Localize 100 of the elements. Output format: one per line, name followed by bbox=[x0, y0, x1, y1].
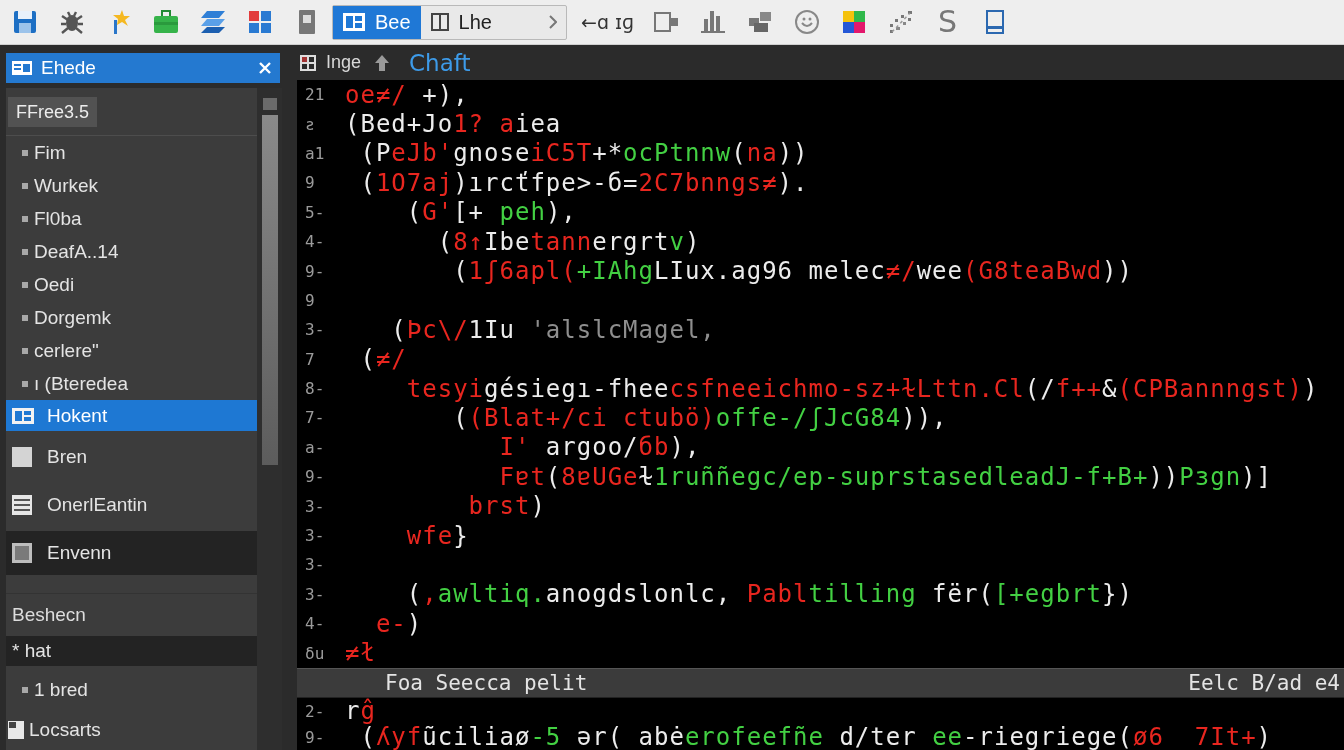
code-line: oe≠/ +), bbox=[345, 80, 469, 109]
view-tab[interactable]: Bee bbox=[333, 5, 421, 39]
split-view-icon bbox=[430, 13, 449, 31]
line-number: 21 bbox=[304, 85, 326, 105]
window-icon bbox=[12, 61, 32, 75]
sidebar-item[interactable]: cerlere" bbox=[6, 334, 257, 367]
section-title: Beshecn bbox=[11, 603, 87, 627]
code-line: (ʎyfũciliaø-5 ǝr( abėerofeefñe d/ter ee-riegriege(ø6 7It+) bbox=[360, 724, 1273, 750]
sidebar-item[interactable]: Envenn bbox=[6, 531, 257, 575]
line-number: 3- bbox=[304, 584, 326, 604]
file-tab[interactable]: Inge bbox=[300, 52, 362, 73]
line-number: 3- bbox=[304, 496, 326, 516]
bullet-icon bbox=[22, 347, 28, 354]
line-number: 9- bbox=[304, 727, 326, 747]
panel-icon[interactable] bbox=[653, 10, 678, 34]
letter-button[interactable]: S bbox=[938, 7, 958, 37]
screen-icon bbox=[343, 13, 365, 31]
line-number: δu bbox=[304, 643, 326, 663]
bullet-icon bbox=[22, 314, 28, 321]
code-line: (1O7aj)ırcťfpe>-б=2C7bnngs≠). bbox=[360, 168, 809, 197]
code-line: Fɐt(8ɐUGeɫ 1ruññegc/ep-suprstasedleadJ-f+B+))Pзgn)] bbox=[499, 462, 1272, 491]
bullet-icon bbox=[22, 248, 28, 255]
layers-icon[interactable] bbox=[200, 10, 225, 34]
sidebar-item[interactable]: DeafA..14 bbox=[6, 235, 257, 268]
screen-icon bbox=[12, 407, 34, 424]
code-line: (G'[+ peh), bbox=[406, 198, 577, 227]
scroll-up-button[interactable] bbox=[262, 98, 277, 110]
line-number: 9 bbox=[304, 173, 316, 193]
line-number: 9- bbox=[304, 261, 326, 281]
line-number: 4- bbox=[304, 614, 326, 634]
line-number: 5- bbox=[304, 202, 326, 222]
sidebar-item[interactable]: Wurkek bbox=[6, 169, 257, 202]
code-line: wfe} bbox=[406, 521, 469, 550]
back-button[interactable]: ←ɑ ɪɡ bbox=[581, 11, 635, 33]
line-number: 9- bbox=[304, 467, 326, 487]
line-number: 7 bbox=[304, 349, 316, 369]
code-line: (,awltiq.anogdslonlc, Pabl tilling fër([+egbrt}) bbox=[406, 580, 1133, 609]
color-grid-icon[interactable] bbox=[841, 10, 866, 34]
code-line: I' argoo/бb), bbox=[499, 433, 701, 462]
code-line: (8↑Ibetannergrt v) bbox=[437, 227, 701, 256]
line-number: a- bbox=[304, 437, 326, 457]
scatter-icon[interactable] bbox=[888, 10, 913, 34]
project-chip[interactable]: FFree3.5 bbox=[8, 97, 98, 127]
sidebar-item[interactable]: Bren bbox=[6, 435, 257, 479]
sidebar-item[interactable]: ı (Bteredea bbox=[6, 367, 257, 400]
boxes-icon[interactable] bbox=[747, 10, 772, 34]
square-icon bbox=[12, 447, 32, 467]
sidebar-item[interactable]: Locsarts bbox=[6, 713, 257, 747]
code-line: e-) bbox=[375, 609, 423, 638]
code-line: brst) bbox=[468, 492, 546, 521]
line-number: 4- bbox=[304, 232, 326, 252]
bullet-icon bbox=[22, 686, 28, 693]
window-grid-icon[interactable] bbox=[247, 10, 272, 34]
sidebar-item[interactable]: * hat bbox=[6, 636, 257, 666]
code-line: ≠ł bbox=[345, 639, 376, 668]
sidebar-item[interactable]: Fl0ba bbox=[6, 202, 257, 235]
line-number: 3- bbox=[304, 320, 326, 340]
list-icon bbox=[12, 495, 32, 515]
sidebar-item[interactable]: Dorgemk bbox=[6, 301, 257, 334]
code-line: (Bed+Jo 1? a iea bbox=[345, 110, 562, 139]
sidebar-item[interactable]: Oedi bbox=[6, 268, 257, 301]
document-icon[interactable] bbox=[298, 10, 315, 34]
square-icon bbox=[12, 543, 32, 563]
bar-chart-icon[interactable] bbox=[700, 10, 725, 34]
editor-title: Chaft bbox=[409, 49, 471, 76]
panel-title: Ehede bbox=[41, 57, 97, 79]
line-number: 7- bbox=[304, 408, 326, 428]
bullet-icon bbox=[22, 149, 28, 156]
line-number: 3- bbox=[304, 526, 326, 546]
bullet-icon bbox=[22, 215, 28, 222]
bullet-icon bbox=[22, 281, 28, 288]
sidebar-item[interactable]: Hokent bbox=[6, 400, 257, 431]
code-line: rĝ bbox=[345, 698, 376, 724]
code-line: (PeJb'gnoseiC5T+*ocPtnnw(na)) bbox=[360, 139, 809, 168]
code-line: (≠/ bbox=[360, 345, 407, 374]
code-line: (1ʃ6apl(+IAhg LIux.ag96 melec≠/wee(G8teaBwd)) bbox=[453, 257, 1133, 286]
bullet-icon bbox=[22, 182, 28, 189]
bug-icon[interactable] bbox=[59, 10, 84, 34]
chevron-right-icon[interactable] bbox=[549, 15, 557, 29]
line-number: 8- bbox=[304, 379, 326, 399]
code-line: ((Blat+/ci ctubö)offe-/ʃJcG84)), bbox=[453, 404, 948, 432]
up-arrow-icon[interactable] bbox=[375, 54, 390, 71]
match-status: Eelc B/ad e4 bbox=[1188, 671, 1340, 695]
code-line: (Þc\/1Iu 'alslcMagel, bbox=[391, 315, 716, 344]
line-number: ƨ bbox=[304, 114, 316, 134]
sidebar-item[interactable]: Fim bbox=[6, 136, 257, 169]
grid-icon bbox=[300, 54, 316, 71]
sidebar-item[interactable]: OnerlEantin bbox=[6, 483, 257, 527]
save-icon[interactable] bbox=[12, 10, 37, 34]
line-number: a1 bbox=[304, 143, 326, 163]
line-number: 9 bbox=[304, 290, 316, 310]
view-tab[interactable]: Lhe bbox=[420, 5, 502, 39]
find-label: Foa Seecca pelit bbox=[385, 671, 588, 695]
smiley-icon[interactable] bbox=[794, 10, 819, 34]
sidebar-item[interactable]: 1 bred bbox=[6, 666, 257, 713]
close-icon[interactable] bbox=[259, 62, 271, 74]
line-number: 2- bbox=[304, 701, 326, 721]
line-number: 3- bbox=[304, 555, 326, 575]
scrollbar-thumb[interactable] bbox=[261, 115, 278, 465]
briefcase-icon[interactable] bbox=[153, 10, 178, 34]
